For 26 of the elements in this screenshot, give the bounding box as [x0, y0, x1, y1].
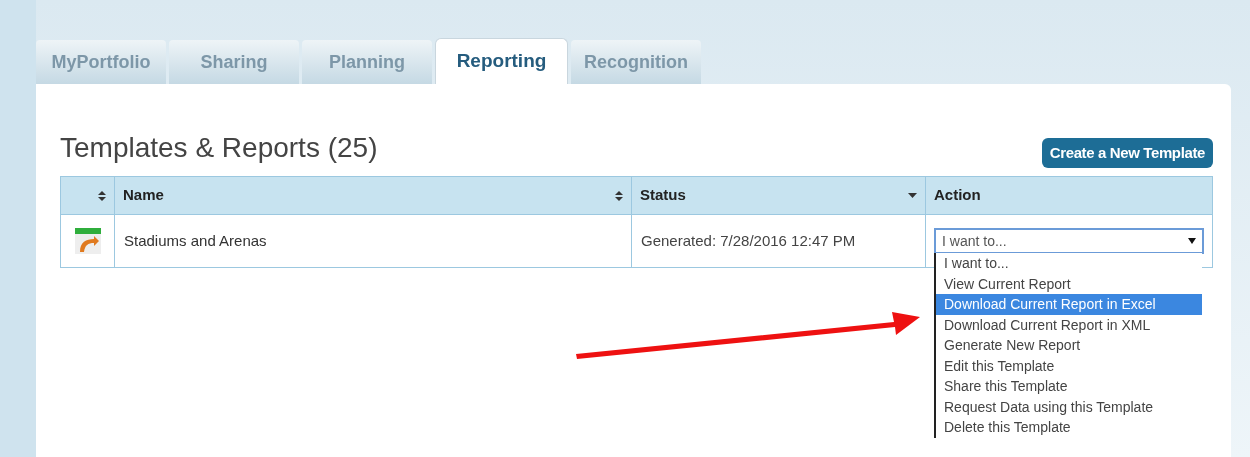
create-template-button[interactable]: Create a New Template: [1041, 138, 1213, 168]
dropdown-option[interactable]: Delete this Template: [936, 417, 1202, 438]
sort-icon[interactable]: [615, 190, 623, 201]
dropdown-option[interactable]: Download Current Report in Excel: [936, 294, 1202, 315]
dropdown-option[interactable]: Generate New Report: [936, 335, 1202, 356]
sort-icon[interactable]: [98, 190, 106, 201]
page-title: Templates & Reports (25): [60, 134, 378, 162]
tab[interactable]: Reporting: [435, 38, 568, 84]
dropdown-option[interactable]: Edit this Template: [936, 355, 1202, 376]
column-header[interactable]: Action: [925, 177, 1212, 214]
template-icon: [74, 228, 101, 254]
caret-icon: [1188, 238, 1196, 244]
column-label: Name: [123, 185, 164, 206]
dropdown-option[interactable]: Request Data using this Template: [936, 396, 1202, 417]
dropdown-option[interactable]: I want to...: [936, 253, 1202, 274]
dropdown-option[interactable]: Share this Template: [936, 376, 1202, 397]
action-select[interactable]: I want to...: [934, 228, 1204, 254]
dropdown-option[interactable]: Download Current Report in XML: [936, 314, 1202, 335]
table-cell: Stadiums and Arenas: [114, 215, 631, 267]
caret-icon[interactable]: [908, 193, 917, 198]
table-cell: Generated: 7/28/2016 12:47 PM: [631, 215, 925, 267]
dropdown-option[interactable]: View Current Report: [936, 273, 1202, 294]
column-header[interactable]: Status: [631, 177, 925, 214]
column-header[interactable]: Name: [114, 177, 631, 214]
column-label: Action: [934, 185, 981, 206]
column-label: Status: [640, 185, 686, 206]
